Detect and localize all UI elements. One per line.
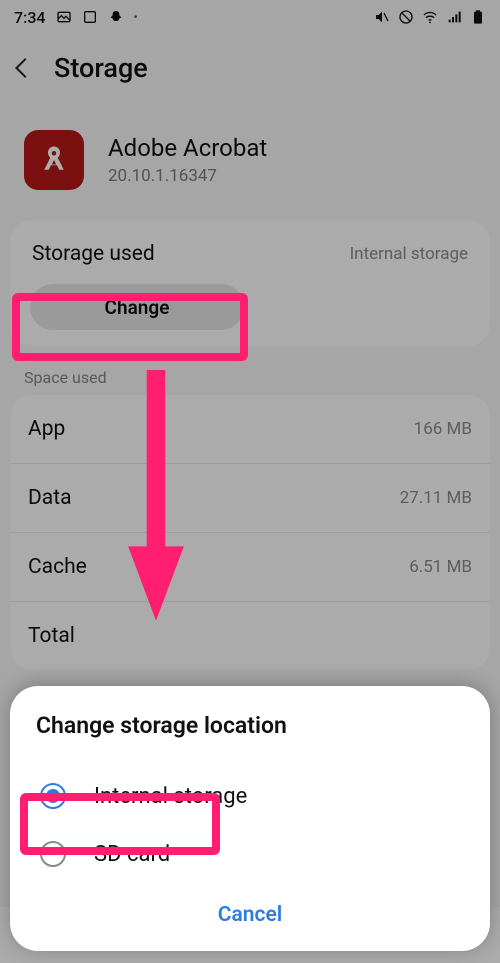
radio-icon — [40, 783, 66, 809]
mute-icon — [374, 9, 390, 25]
app-info: Adobe Acrobat 20.10.1.16347 — [0, 102, 500, 214]
space-used-list: App 166 MB Data 27.11 MB Cache 6.51 MB T… — [10, 395, 490, 670]
status-more-icon: • — [134, 10, 138, 24]
list-item: Data 27.11 MB — [10, 464, 490, 533]
change-button[interactable]: Change — [30, 284, 244, 330]
storage-used-card: Storage used Internal storage Change — [10, 220, 490, 346]
wifi-icon — [422, 9, 438, 25]
list-item: Total — [10, 602, 490, 670]
battery-icon — [470, 9, 486, 25]
no-data-icon — [398, 9, 414, 25]
back-icon[interactable] — [15, 58, 35, 78]
status-bar: 7:34 • — [0, 0, 500, 34]
dialog-title: Change storage location — [30, 712, 470, 739]
app-version: 20.10.1.16347 — [108, 166, 267, 186]
snapchat-icon — [108, 9, 124, 25]
image-icon — [56, 9, 72, 25]
page-header: Storage — [0, 34, 500, 102]
space-used-label: Space used — [0, 346, 500, 395]
page-title: Storage — [54, 52, 148, 84]
list-item: App 166 MB — [10, 395, 490, 464]
radio-option-sdcard[interactable]: SD card — [30, 825, 470, 883]
storage-used-label: Storage used — [32, 242, 155, 266]
list-item: Cache 6.51 MB — [10, 533, 490, 602]
storage-used-value: Internal storage — [350, 244, 468, 264]
radio-option-internal[interactable]: Internal storage — [30, 767, 470, 825]
radio-icon — [40, 841, 66, 867]
status-time: 7:34 — [14, 8, 46, 27]
signal-icon — [446, 9, 462, 25]
card-icon — [82, 9, 98, 25]
app-icon — [24, 130, 84, 190]
cancel-button[interactable]: Cancel — [30, 883, 470, 937]
change-storage-dialog: Change storage location Internal storage… — [10, 686, 490, 951]
app-name: Adobe Acrobat — [108, 134, 267, 162]
